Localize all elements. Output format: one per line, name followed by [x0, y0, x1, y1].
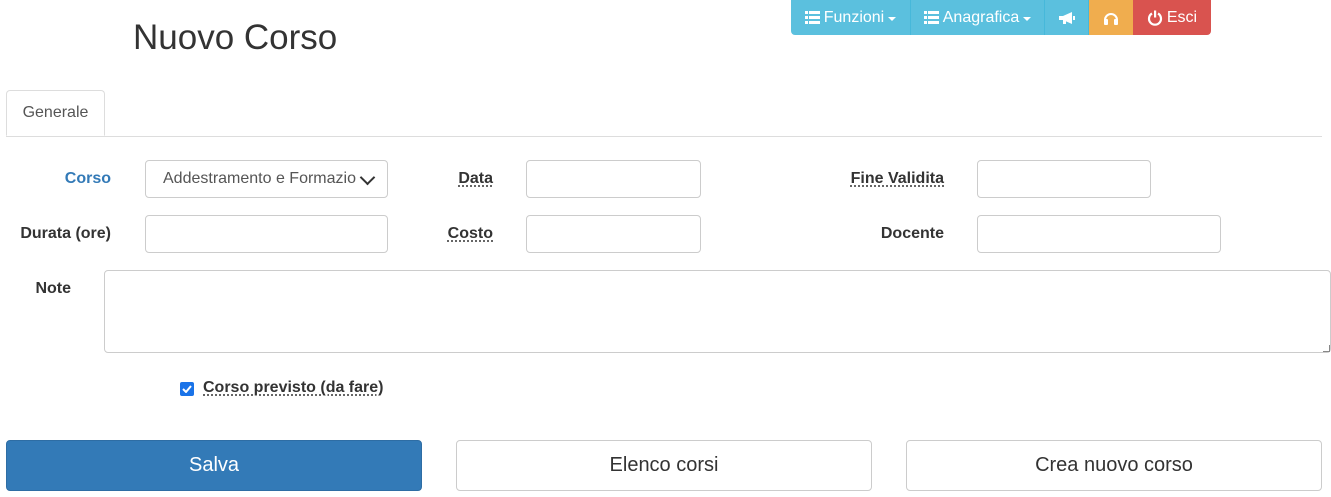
- tab-generale-label: Generale: [22, 104, 89, 121]
- note-label: Note: [35, 280, 71, 297]
- docente-label: Docente: [880, 225, 944, 242]
- checkmark-icon: [182, 385, 192, 393]
- data-input[interactable]: [526, 160, 701, 198]
- new-course-button[interactable]: Crea nuovo corso: [906, 440, 1322, 491]
- list-icon: [804, 11, 820, 24]
- list-icon: [923, 11, 939, 24]
- anagrafica-menu-button[interactable]: Anagrafica: [911, 0, 1045, 35]
- costo-label: Costo: [447, 225, 493, 242]
- tab-bar: Generale: [6, 90, 1322, 137]
- costo-input[interactable]: [526, 215, 701, 253]
- top-nav: Funzioni Anagrafica Esci: [791, 0, 1211, 35]
- resize-handle-icon[interactable]: [1323, 345, 1330, 352]
- esci-label: Esci: [1166, 8, 1198, 26]
- megaphone-icon: [1058, 11, 1075, 24]
- fine-validita-label: Fine Validita: [850, 170, 944, 187]
- data-label: Data: [458, 170, 493, 187]
- support-button[interactable]: [1089, 0, 1133, 35]
- headphones-icon: [1104, 12, 1118, 25]
- announcements-button[interactable]: [1045, 0, 1089, 35]
- logout-button[interactable]: Esci: [1133, 0, 1211, 35]
- fine-validita-input[interactable]: [977, 160, 1151, 198]
- previsto-label[interactable]: Corso previsto (da fare): [203, 379, 383, 397]
- funzioni-menu-button[interactable]: Funzioni: [791, 0, 911, 35]
- corso-select[interactable]: Addestramento e Formazione: [145, 160, 388, 198]
- note-textarea[interactable]: [104, 270, 1331, 353]
- durata-input[interactable]: [145, 215, 388, 253]
- save-button[interactable]: Salva: [6, 440, 422, 491]
- power-icon: [1147, 10, 1162, 26]
- funzioni-label: Funzioni: [823, 8, 885, 26]
- durata-label: Durata (ore): [20, 225, 111, 242]
- chevron-down-icon: [359, 169, 376, 185]
- previsto-checkbox[interactable]: [180, 382, 194, 396]
- tab-generale[interactable]: Generale: [6, 90, 105, 136]
- caret-down-icon: [888, 16, 897, 21]
- corso-label: Corso: [64, 170, 111, 187]
- corso-select-value: Addestramento e Formazione: [163, 170, 356, 187]
- page-title: Nuovo Corso: [133, 18, 338, 57]
- docente-input[interactable]: [977, 215, 1221, 253]
- course-list-button[interactable]: Elenco corsi: [456, 440, 872, 491]
- caret-down-icon: [1023, 16, 1032, 21]
- anagrafica-label: Anagrafica: [942, 8, 1020, 26]
